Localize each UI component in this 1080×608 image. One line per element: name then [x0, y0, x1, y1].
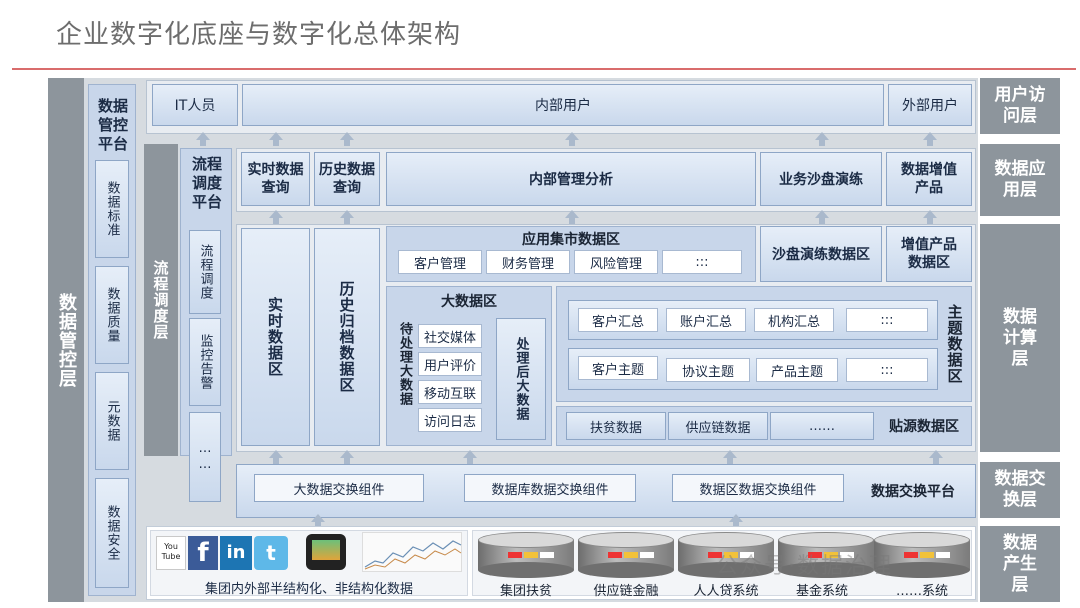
topic-item-agreement-topic: 协议主题 — [666, 358, 750, 382]
scheduling-layer-label: 流程调度层 — [144, 144, 178, 456]
external-users-box: 外部用户 — [888, 84, 972, 126]
governance-item-metadata: 元数据 — [95, 372, 129, 470]
bigdata-item-review: 用户评价 — [418, 352, 482, 376]
layer-label-data-exchange: 数据交换层 — [980, 462, 1060, 518]
exchange-component-bigdata: 大数据交换组件 — [254, 474, 424, 502]
exchange-component-datazone: 数据区数据交换组件 — [672, 474, 844, 502]
semistructured-caption: 集团内外部半结构化、非结构化数据 — [204, 582, 413, 597]
realtime-query-box: 实时数据查询 — [241, 152, 310, 206]
bigdata-item-social: 社交媒体 — [418, 324, 482, 348]
internal-analysis-box: 内部管理分析 — [386, 152, 756, 206]
governance-item-standard: 数据标准 — [95, 160, 129, 258]
topic-item-account-summary: 账户汇总 — [666, 308, 746, 332]
database-icon — [478, 532, 574, 578]
source-zone-title: 贴源数据区 — [889, 419, 959, 435]
layer-label-data-app: 数据应用层 — [980, 144, 1060, 216]
watermark: 公众号·数据治理 — [716, 554, 893, 579]
bigdata-pending-label: 待处理大数据 — [397, 322, 412, 406]
layer-label-data-produce: 数据产生层 — [980, 526, 1060, 602]
governance-item-quality: 数据质量 — [95, 266, 129, 364]
exchange-component-database: 数据库数据交换组件 — [464, 474, 636, 502]
app-market-item-risk: 风险管理 — [574, 250, 658, 274]
bigdata-item-log: 访问日志 — [418, 408, 482, 432]
bigdata-title: 大数据区 — [441, 294, 497, 310]
scheduling-item-dispatch: 流程调度 — [189, 230, 221, 314]
topic-item-org-summary: 机构汇总 — [754, 308, 834, 332]
topic-item-customer-summary: 客户汇总 — [578, 308, 658, 332]
topic-item-product-topic: 产品主题 — [756, 358, 838, 382]
source-item-supply: 供应链数据 — [668, 412, 768, 440]
app-market-item-finance: 财务管理 — [486, 250, 570, 274]
mobile-device-icon — [300, 530, 354, 574]
realtime-data-zone: 实时数据区 — [241, 228, 310, 446]
app-market-item-customer: 客户管理 — [398, 250, 482, 274]
history-query-box: 历史数据查询 — [314, 152, 380, 206]
app-market-title: 应用集市数据区 — [522, 232, 620, 248]
page-title: 企业数字化底座与数字化总体架构 — [56, 20, 462, 50]
exchange-platform-title: 数据交换平台 — [871, 484, 955, 500]
app-market-item-more: ::: — [662, 250, 742, 274]
system-label-poverty: 集团扶贫 — [499, 584, 552, 599]
facebook-icon: f — [188, 536, 218, 570]
system-label-more: ……系统 — [895, 584, 948, 599]
topic-item-more-1: ::: — [846, 308, 928, 332]
linkedin-icon: in — [220, 536, 252, 570]
layer-label-data-compute: 数据计算层 — [980, 224, 1060, 452]
sandbox-box: 业务沙盘演练 — [760, 152, 882, 206]
scheduling-platform-title: 流程调度平台 — [191, 155, 222, 211]
title-divider — [12, 68, 1076, 70]
topic-item-more-2: ::: — [846, 358, 928, 382]
system-label-fund: 基金系统 — [795, 584, 848, 599]
system-label-p2p: 人人贷系统 — [693, 584, 759, 599]
layer-label-user-access: 用户访问层 — [980, 78, 1060, 134]
value-added-box: 数据增值产品 — [886, 152, 972, 206]
internal-users-box: 内部用户 — [242, 84, 884, 126]
youtube-icon: You Tube — [156, 536, 186, 570]
governance-item-security: 数据安全 — [95, 478, 129, 588]
source-item-more: …… — [770, 412, 874, 440]
twitter-icon: t — [254, 536, 288, 570]
governance-platform-title: 数据管控平台 — [97, 96, 128, 153]
stock-chart-icon — [362, 532, 462, 572]
scheduling-item-more: …… — [189, 412, 221, 502]
source-item-poverty: 扶贫数据 — [566, 412, 666, 440]
bigdata-processed: 处理后大数据 — [496, 318, 546, 440]
database-icon — [578, 532, 674, 578]
system-label-supply-finance: 供应链金融 — [593, 584, 659, 599]
it-staff-box: IT人员 — [152, 84, 238, 126]
topic-zone-title: 主题数据区 — [945, 304, 964, 384]
sandbox-data-zone: 沙盘演练数据区 — [760, 226, 882, 282]
topic-item-customer-topic: 客户主题 — [578, 356, 658, 380]
governance-layer-label: 数据管控层 — [48, 78, 84, 602]
history-archive-zone: 历史归档数据区 — [314, 228, 380, 446]
value-product-zone: 增值产品数据区 — [886, 226, 972, 282]
bigdata-item-mobile: 移动互联 — [418, 380, 482, 404]
scheduling-item-monitor: 监控告警 — [189, 318, 221, 406]
